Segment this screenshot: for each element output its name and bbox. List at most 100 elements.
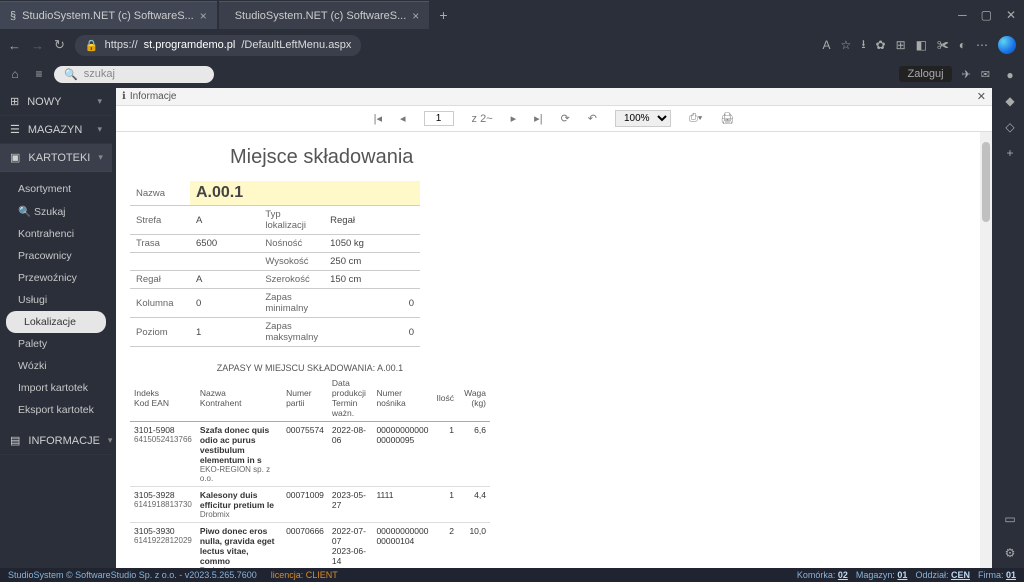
page-input[interactable] [424, 111, 454, 126]
panel-header: ℹ Informacje ✕ [116, 88, 992, 106]
scrollbar-thumb[interactable] [982, 142, 990, 222]
chevron-down-icon: ▾ [98, 152, 103, 163]
table-row: 3105-39286141918813730Kalesony duis effi… [130, 487, 490, 523]
lock-icon: 🔒 [85, 39, 99, 52]
col-partia: Numerpartii [282, 375, 328, 422]
browser-tab-0[interactable]: § StudioSystem.NET (c) SoftwareS... × [0, 1, 217, 29]
sidebar-section-label: MAGAZYN [28, 124, 82, 136]
sidebar-section-nowy[interactable]: ⊞ NOWY ▾ [0, 88, 112, 116]
sidebar-link-1[interactable]: 🔍 Szukaj [0, 200, 112, 223]
sidebar-link-3[interactable]: Pracownicy [0, 245, 112, 267]
scrollbar[interactable] [980, 132, 992, 568]
screenshot-icon[interactable]: ✀ [937, 38, 949, 53]
prev-page-icon[interactable]: ◂ [400, 112, 406, 125]
close-window-icon[interactable]: ✕ [1006, 8, 1016, 22]
wallet-icon[interactable]: ✿ [876, 38, 886, 52]
table-row: 3101-59086415052413766Szafa donec quis o… [130, 422, 490, 487]
side-tool-icon[interactable]: ◆ [1005, 94, 1014, 108]
chevron-down-icon: ▾ [108, 435, 113, 446]
side-plus-icon[interactable]: + [1006, 146, 1013, 160]
browser-titlebar: § StudioSystem.NET (c) SoftwareS... × St… [0, 0, 1024, 30]
chevron-down-icon: ▾ [97, 124, 102, 135]
menu-icon[interactable]: ⋯ [976, 38, 988, 52]
back-report-icon[interactable]: ↶ [588, 112, 597, 125]
sidebar-section-label: INFORMACJE [28, 435, 100, 447]
url-host: st.programdemo.pl [144, 39, 236, 51]
read-icon[interactable]: ◐ [959, 38, 966, 52]
sidebar-link-0[interactable]: Asortyment [0, 178, 112, 200]
info-icon: ℹ [122, 91, 126, 102]
panel-close-icon[interactable]: ✕ [977, 90, 986, 103]
close-icon[interactable]: × [200, 9, 207, 23]
star-icon[interactable]: ☆ [841, 38, 852, 52]
statusbar: StudioSystem © SoftwareStudio Sp. z o.o.… [0, 568, 1024, 582]
zoom-select[interactable]: 100% [615, 110, 671, 127]
tab-title: StudioSystem.NET (c) SoftwareS... [235, 10, 407, 22]
report-body: Miejsce składowania NazwaA.00.1 StrefaAT… [116, 132, 992, 568]
export-icon[interactable]: ⎙▾ [689, 112, 702, 125]
maximize-icon[interactable]: ▢ [981, 8, 992, 22]
sidebar-link-5[interactable]: Usługi [0, 289, 112, 311]
print-icon[interactable]: 🖨 [720, 112, 734, 125]
doc-icon: ▤ [10, 434, 20, 447]
refresh-report-icon[interactable]: ⟳ [561, 112, 570, 125]
sync-icon[interactable]: A [823, 38, 831, 52]
mail-icon[interactable]: ✉ [981, 68, 990, 81]
last-page-icon[interactable]: ▸| [534, 112, 542, 125]
search-input[interactable]: 🔍 szukaj [54, 66, 214, 83]
col-waga: Waga (kg) [458, 375, 490, 422]
report-toolbar: |◂ ◂ z 2~ ▸ ▸| ⟳ ↶ 100% ⎙▾ 🖨 [116, 106, 992, 132]
refresh-icon[interactable]: ↻ [54, 37, 65, 53]
minimize-icon[interactable]: ─ [958, 8, 967, 22]
new-tab-button[interactable]: + [431, 7, 455, 23]
browser-tab-1[interactable]: StudioSystem.NET (c) SoftwareS... × [219, 1, 430, 29]
forward-icon[interactable]: → [31, 38, 44, 53]
status-item: Oddział: CEN [915, 570, 970, 580]
status-license: licencja: CLIENT [271, 570, 338, 580]
menu-tree-icon[interactable]: ≡ [30, 67, 48, 81]
sidebar-section-magazyn[interactable]: ☰ MAGAZYN ▾ [0, 116, 112, 144]
table-row: 3105-39306141922812029Piwo donec eros nu… [130, 523, 490, 569]
url-prefix: https:// [105, 39, 138, 51]
close-icon[interactable]: × [412, 9, 419, 23]
address-input[interactable]: 🔒 https://st.programdemo.pl/DefaultLeftM… [75, 35, 362, 56]
side-gear-icon[interactable]: ⚙ [1005, 546, 1016, 560]
bing-icon[interactable] [998, 36, 1016, 54]
download-icon[interactable]: ⭳ [861, 35, 865, 56]
sidebar-link-6[interactable]: Lokalizacje [6, 311, 106, 333]
sidebar-section-kartoteki[interactable]: ▣ KARTOTEKI ▾ [0, 144, 112, 172]
next-page-icon[interactable]: ▸ [511, 112, 517, 125]
sidebar-link-7[interactable]: Palety [0, 333, 112, 355]
sidebar-section-informacje[interactable]: ▤ INFORMACJE ▾ [0, 427, 112, 455]
collections-icon[interactable]: ◧ [916, 38, 927, 52]
sidebar-link-9[interactable]: Import kartotek [0, 377, 112, 399]
first-page-icon[interactable]: |◂ [374, 112, 382, 125]
box-icon: ▣ [10, 151, 20, 164]
tab-favicon: § [10, 10, 16, 22]
sidebar-section-label: NOWY [27, 96, 61, 108]
tab-title: StudioSystem.NET (c) SoftwareS... [22, 10, 194, 22]
side-more-icon[interactable]: ◇ [1005, 120, 1014, 134]
window-controls: ─ ▢ ✕ [958, 8, 1024, 22]
ext-icon[interactable]: ⊞ [896, 38, 906, 52]
plane-icon[interactable]: ✈ [962, 68, 971, 81]
data-table: IndeksKod EANNazwaKontrahentNumerpartiiD… [130, 375, 490, 568]
home-icon[interactable]: ⌂ [6, 67, 24, 81]
side-settings-icon[interactable]: ▭ [1004, 512, 1015, 526]
sidebar-link-2[interactable]: Kontrahenci [0, 223, 112, 245]
browser-addressbar: ← → ↻ 🔒 https://st.programdemo.pl/Defaul… [0, 30, 1024, 60]
sidebar-link-8[interactable]: Wózki [0, 355, 112, 377]
plus-icon: ⊞ [10, 95, 19, 108]
back-icon[interactable]: ← [8, 38, 21, 53]
login-button[interactable]: Zaloguj [899, 66, 951, 82]
edge-sidebar: ● ◆ ◇ + ▭ ⚙ [996, 60, 1024, 568]
list-icon: ☰ [10, 123, 20, 136]
col-nazwa: NazwaKontrahent [196, 375, 282, 422]
location-name: A.00.1 [190, 181, 420, 206]
side-chat-icon[interactable]: ● [1006, 68, 1013, 82]
sidebar-link-4[interactable]: Przewoźnicy [0, 267, 112, 289]
status-left: StudioSystem © SoftwareStudio Sp. z o.o.… [8, 570, 257, 580]
search-icon: 🔍 [64, 68, 78, 81]
report-title: Miejsce składowania [230, 146, 978, 169]
sidebar-link-10[interactable]: Eksport kartotek [0, 399, 112, 421]
